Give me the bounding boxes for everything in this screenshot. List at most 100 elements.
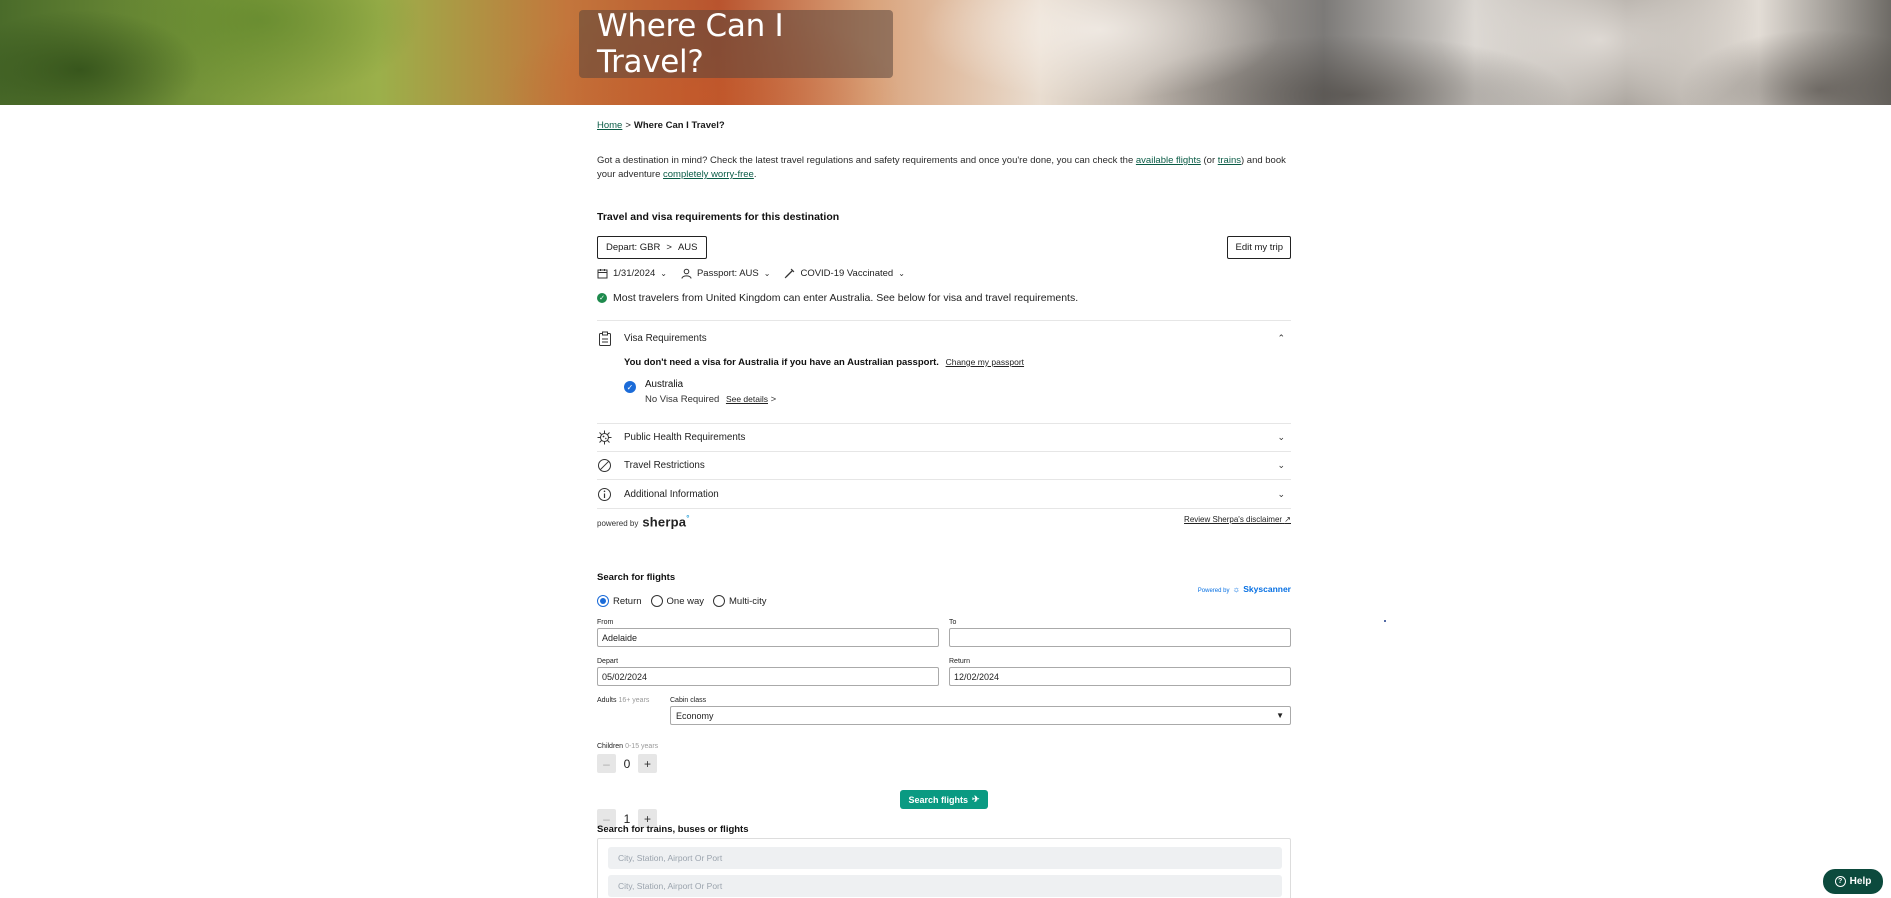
children-stepper: – 0 +	[597, 754, 657, 773]
virus-icon	[597, 430, 612, 445]
breadcrumb: Home > Where Can I Travel?	[597, 120, 725, 131]
trains-from-input[interactable]: City, Station, Airport Or Port	[608, 847, 1282, 869]
visa-status: No Visa Required See details >	[645, 394, 776, 405]
intro-part2: (or	[1200, 155, 1218, 166]
visa-country: Australia	[645, 379, 684, 390]
skyscanner-powered-label: Powered by	[1197, 588, 1230, 594]
check-circle-icon: ✓	[597, 293, 607, 303]
radio-return[interactable]: Return	[597, 595, 642, 607]
hero-banner: Where Can I Travel?	[0, 0, 1891, 105]
children-minus-button[interactable]: –	[597, 754, 616, 773]
depart-label: Depart	[597, 658, 619, 665]
calendar-icon	[597, 268, 608, 279]
route-arrow-icon: >	[666, 242, 672, 253]
cabin-class-select[interactable]: Economy ▼	[670, 706, 1291, 725]
sherpa-logo: sherpa°	[642, 514, 690, 530]
accordion-public-health[interactable]: Public Health Requirements ⌄	[597, 427, 1291, 447]
depart-route-pill[interactable]: Depart: GBR > AUS	[597, 236, 707, 259]
accordion-visa-label: Visa Requirements	[624, 332, 707, 344]
radio-multi-city[interactable]: Multi-city	[713, 595, 767, 607]
children-plus-button[interactable]: +	[638, 754, 657, 773]
chevron-down-icon: ⌄	[898, 269, 905, 278]
accordion-health-label: Public Health Requirements	[624, 431, 746, 443]
skyscanner-badge: Powered by ☼ Skyscanner	[1198, 584, 1291, 594]
plane-icon: ✈	[971, 794, 980, 804]
breadcrumb-current: Where Can I Travel?	[633, 120, 725, 131]
disclaimer-text: Review Sherpa's disclaimer	[1184, 515, 1283, 524]
skyscanner-brand: Skyscanner	[1243, 584, 1291, 594]
flights-title: Search for flights	[597, 572, 676, 583]
entry-status: ✓ Most travelers from United Kingdom can…	[597, 292, 1078, 304]
vaccination-filter[interactable]: COVID-19 Vaccinated ⌄	[784, 268, 905, 279]
chevron-down-icon: ⌄	[1277, 488, 1285, 499]
return-date-input[interactable]: 12/02/2024	[949, 667, 1291, 686]
passport-value: Passport: AUS	[696, 268, 759, 279]
radio-one-way-label: One way	[666, 595, 705, 607]
radio-button[interactable]	[713, 595, 726, 607]
trains-link[interactable]: trains	[1218, 155, 1241, 166]
divider	[597, 423, 1291, 424]
depart-date-input[interactable]: 05/02/2024	[597, 667, 939, 686]
passport-filter[interactable]: Passport: AUS ⌄	[681, 268, 770, 279]
accordion-visa-requirements[interactable]: Visa Requirements ⌃	[597, 328, 1291, 348]
depart-origin: Depart: GBR	[606, 242, 661, 253]
trains-search-box: City, Station, Airport Or Port City, Sta…	[597, 838, 1291, 898]
from-input[interactable]: Adelaide	[597, 628, 939, 647]
see-details-link[interactable]: See details	[726, 394, 768, 404]
search-flights-button[interactable]: Search flights ✈	[900, 790, 988, 809]
divider	[597, 451, 1291, 452]
accordion-travel-restrictions[interactable]: Travel Restrictions ⌄	[597, 455, 1291, 475]
accordion-restrictions-label: Travel Restrictions	[624, 459, 705, 471]
chevron-down-icon: ⌄	[1277, 431, 1285, 442]
caret-down-icon: ▼	[1276, 711, 1284, 720]
sherpa-logo-text: sherpa	[642, 514, 687, 530]
adults-hint: 16+ years	[618, 697, 650, 704]
intro-text: Got a destination in mind? Check the lat…	[597, 154, 1291, 182]
change-passport-link[interactable]: Change my passport	[946, 357, 1024, 367]
breadcrumb-home-link[interactable]: Home	[597, 120, 622, 131]
radio-one-way[interactable]: One way	[650, 595, 705, 607]
external-link-icon: ↗	[1284, 515, 1291, 524]
available-flights-link[interactable]: available flights	[1136, 155, 1201, 166]
sherpa-disclaimer-link[interactable]: Review Sherpa's disclaimer ↗	[1184, 515, 1291, 524]
radio-button[interactable]	[650, 595, 663, 607]
edit-trip-button[interactable]: Edit my trip	[1227, 236, 1291, 259]
trains-to-input[interactable]: City, Station, Airport Or Port	[608, 875, 1282, 897]
hero-title-box: Where Can I Travel?	[579, 8, 893, 80]
powered-by-sherpa: powered by sherpa°	[597, 514, 690, 529]
divider	[597, 508, 1291, 509]
hero-image	[0, 0, 1891, 105]
cabin-class-value: Economy	[676, 710, 714, 721]
vaccination-value: COVID-19 Vaccinated	[800, 268, 894, 279]
trains-title: Search for trains, buses or flights	[597, 824, 749, 835]
clipboard-icon	[597, 331, 612, 346]
help-button[interactable]: ? Help	[1823, 869, 1883, 894]
info-icon	[597, 487, 612, 502]
accordion-additional-information[interactable]: Additional Information ⌄	[597, 484, 1291, 504]
intro-part1: Got a destination in mind? Check the lat…	[597, 155, 1136, 166]
adults-label: Adults 16+ years	[597, 697, 649, 704]
search-flights-label: Search flights	[908, 794, 968, 805]
trip-type-radios: Return One way Multi-city	[597, 595, 767, 607]
radio-return-label: Return	[613, 595, 642, 607]
radio-multi-city-label: Multi-city	[729, 595, 767, 607]
date-value: 1/31/2024	[613, 268, 656, 279]
trip-filters: 1/31/2024 ⌄ Passport: AUS ⌄ COVID-19 Vac…	[597, 268, 905, 279]
check-circle-icon: ✓	[624, 381, 636, 393]
visa-result-item: ✓ Australia No Visa Required See details…	[624, 379, 776, 405]
children-value: 0	[623, 756, 631, 771]
chevron-up-icon: ⌃	[1277, 332, 1285, 343]
radio-button[interactable]	[597, 595, 609, 607]
worry-free-link[interactable]: completely worry-free	[663, 169, 754, 180]
to-input[interactable]	[949, 628, 1291, 647]
question-icon: ?	[1834, 876, 1846, 887]
chevron-down-icon: ⌄	[763, 269, 771, 278]
date-filter[interactable]: 1/31/2024 ⌄	[597, 268, 667, 279]
to-label: To	[949, 619, 957, 626]
chevron-down-icon: ⌄	[1277, 459, 1285, 470]
divider	[597, 320, 1291, 321]
intro-part4: .	[753, 169, 757, 180]
chevron-right-icon: >	[770, 394, 777, 405]
help-label: Help	[1849, 876, 1872, 887]
divider	[597, 479, 1291, 480]
